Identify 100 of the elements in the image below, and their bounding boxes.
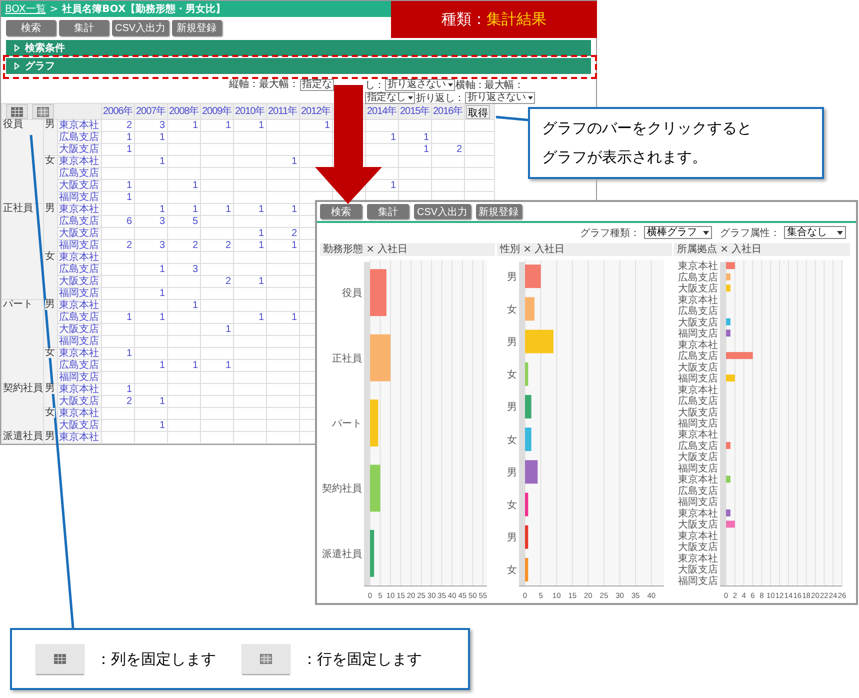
dropdown[interactable]: 折り返さない bbox=[385, 79, 455, 91]
table-cell: 1 bbox=[159, 132, 165, 142]
fetch-button[interactable]: 取得 bbox=[466, 104, 490, 118]
category-label: 役員 bbox=[342, 288, 362, 300]
expand-icon bbox=[14, 44, 20, 52]
category-label: 福岡支店 bbox=[678, 576, 718, 587]
branch-label: 大阪支店 bbox=[59, 420, 99, 430]
category-label: 女 bbox=[507, 434, 517, 446]
toolbar-button[interactable]: CSV入出力 bbox=[112, 20, 169, 36]
gender-label: 女 bbox=[45, 252, 55, 262]
grid-icon bbox=[54, 654, 66, 664]
toolbar-button[interactable]: 新規登録 bbox=[476, 204, 522, 219]
toolbar-button[interactable]: 集計 bbox=[59, 20, 109, 36]
grid-icon bbox=[11, 106, 23, 116]
table-cell: 1 bbox=[225, 324, 231, 334]
toolbar-button[interactable]: 検索 bbox=[6, 20, 56, 36]
grid-icon bbox=[260, 654, 272, 664]
table-cell: 1 bbox=[159, 156, 165, 166]
category-label: 大阪支店 bbox=[678, 407, 718, 418]
category-label: 東京本社 bbox=[678, 430, 718, 441]
category-label: 女 bbox=[507, 370, 517, 381]
table-cell: 1 bbox=[423, 132, 429, 142]
category-label: 広島支店 bbox=[678, 272, 718, 284]
freeze-button[interactable] bbox=[6, 104, 28, 119]
table-cell: 1 bbox=[126, 132, 132, 142]
table-cell: 2 bbox=[456, 144, 462, 154]
chart-bar[interactable] bbox=[726, 520, 735, 528]
chart-bar[interactable] bbox=[525, 492, 528, 516]
category-label: 広島支店 bbox=[678, 396, 718, 408]
section-header[interactable]: グラフ bbox=[6, 58, 591, 74]
dropdown[interactable]: 集合なし bbox=[784, 226, 846, 239]
chart-bar[interactable] bbox=[726, 284, 730, 292]
category-label: 大阪支店 bbox=[678, 542, 718, 554]
toolbar-button[interactable]: 集計 bbox=[367, 204, 409, 219]
chart-bar[interactable] bbox=[525, 428, 532, 452]
chart-bar[interactable] bbox=[525, 362, 528, 386]
branch-label: 福岡支店 bbox=[59, 336, 99, 346]
table-cell: 1 bbox=[192, 120, 198, 130]
table-cell: 2 bbox=[126, 396, 132, 406]
branch-label: 東京本社 bbox=[59, 432, 99, 442]
dropdown[interactable]: 指定な bbox=[300, 79, 334, 91]
category-label: 大阪支店 bbox=[678, 564, 718, 576]
breadcrumb-link[interactable]: BOX一覧 bbox=[5, 2, 46, 16]
table-cell: 3 bbox=[192, 264, 198, 274]
table-cell: 1 bbox=[225, 120, 231, 130]
chart-bar[interactable] bbox=[525, 558, 528, 582]
toolbar-button[interactable]: 検索 bbox=[320, 204, 362, 219]
dropdown[interactable]: 横棒グラフ bbox=[644, 226, 712, 239]
chart-bar[interactable] bbox=[726, 330, 730, 337]
branch-label: 広島支店 bbox=[59, 216, 99, 226]
chart-bar[interactable] bbox=[726, 262, 735, 270]
chart-bar[interactable] bbox=[370, 334, 391, 382]
table-cell: 2 bbox=[291, 228, 297, 238]
chart-bar[interactable] bbox=[726, 273, 730, 280]
chart-bar[interactable] bbox=[726, 476, 730, 483]
chart-bar[interactable] bbox=[726, 318, 730, 326]
table-cell: 2 bbox=[225, 240, 231, 250]
table-cell: 1 bbox=[126, 312, 132, 322]
chart-title: 勤務形態 × 入社日 bbox=[320, 243, 495, 256]
category-label: 男 bbox=[507, 272, 517, 283]
table-cell: 1 bbox=[258, 228, 264, 238]
chart-bar[interactable] bbox=[370, 530, 374, 577]
branch-label: 大阪支店 bbox=[59, 144, 99, 154]
table-cell: 1 bbox=[159, 288, 165, 298]
chart-bar[interactable] bbox=[525, 264, 541, 288]
table-cell: 1 bbox=[291, 312, 297, 322]
caret-icon bbox=[448, 83, 453, 87]
table-cell: 1 bbox=[225, 204, 231, 214]
chart-bar[interactable] bbox=[726, 374, 735, 382]
chart-bar[interactable] bbox=[726, 509, 730, 516]
chart-bar[interactable] bbox=[525, 525, 528, 549]
section-header[interactable]: 検索条件 bbox=[6, 40, 591, 56]
breadcrumb-separator: > bbox=[50, 4, 58, 14]
table-cell: 1 bbox=[126, 348, 132, 358]
row-group-label: 派遣社員 bbox=[3, 432, 43, 442]
section-title: グラフ bbox=[25, 60, 55, 73]
chart-bar[interactable] bbox=[525, 460, 538, 484]
category-label: 大阪支店 bbox=[678, 452, 718, 464]
category-label: 東京本社 bbox=[678, 553, 718, 564]
chart-bar[interactable] bbox=[525, 394, 532, 418]
column-header: 2008年 bbox=[169, 106, 199, 116]
caret-icon bbox=[408, 96, 413, 100]
table-cell: 1 bbox=[291, 240, 297, 250]
branch-label: 大阪支店 bbox=[59, 228, 99, 238]
chart-bar[interactable] bbox=[726, 352, 753, 360]
toolbar-button[interactable]: CSV入出力 bbox=[414, 204, 471, 219]
dropdown[interactable]: 指定なし bbox=[365, 92, 415, 104]
row-group-label: 契約社員 bbox=[3, 384, 43, 394]
category-label: 女 bbox=[507, 565, 517, 576]
gender-label: 男 bbox=[45, 300, 55, 310]
freeze-button[interactable] bbox=[32, 104, 54, 119]
table-cell: 2 bbox=[126, 120, 132, 130]
legend-text: ：行を固定します bbox=[302, 650, 422, 668]
category-label: 東京本社 bbox=[678, 530, 718, 542]
branch-label: 東京本社 bbox=[59, 120, 99, 130]
toolbar-button[interactable]: 新規登録 bbox=[172, 20, 222, 36]
category-label: 大阪支店 bbox=[678, 284, 718, 295]
branch-label: 東京本社 bbox=[59, 204, 99, 214]
table-cell: 2 bbox=[225, 276, 231, 286]
dropdown[interactable]: 折り返さない bbox=[465, 92, 535, 104]
